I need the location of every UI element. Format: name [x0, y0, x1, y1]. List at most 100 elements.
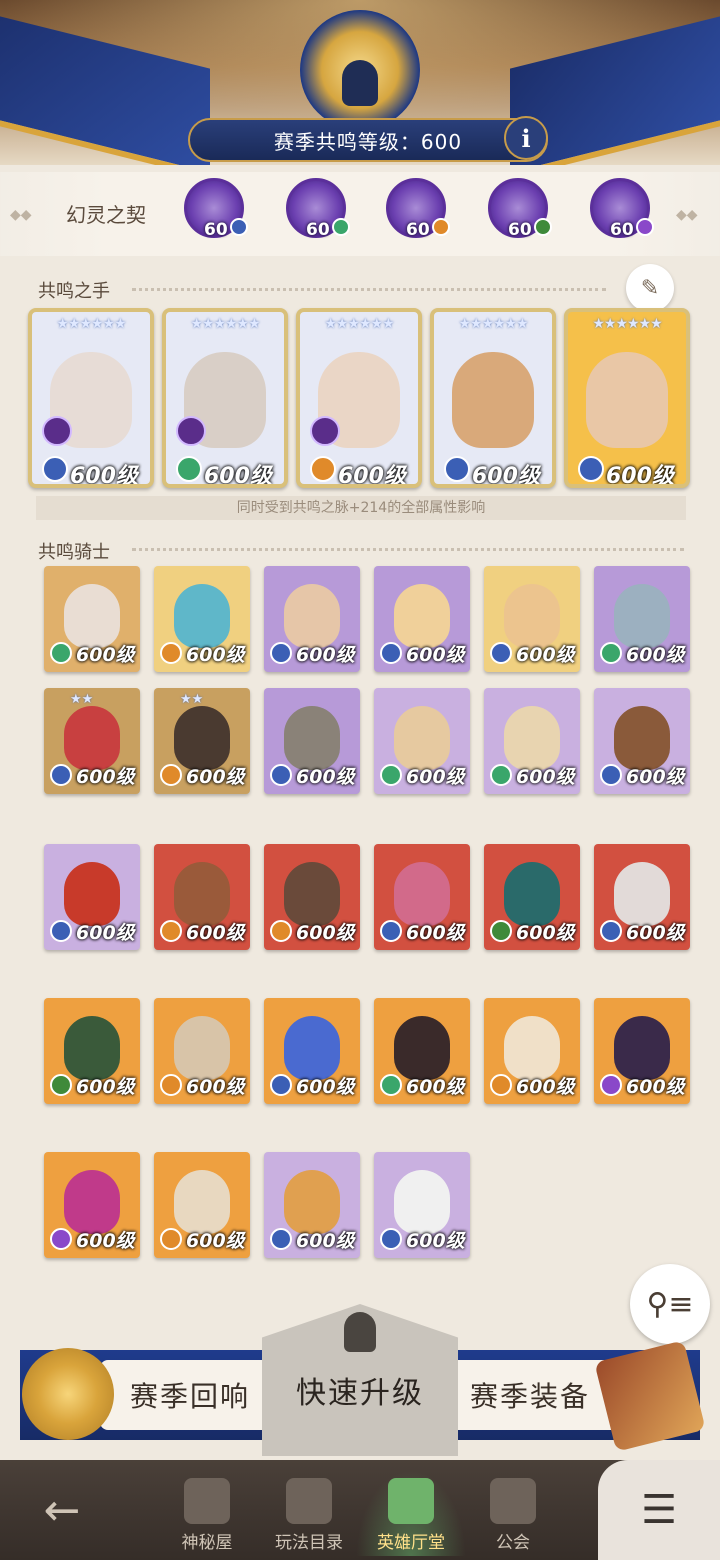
nav-item-mystery-house[interactable]: 神秘屋: [152, 1470, 262, 1556]
element-icon: [270, 642, 292, 664]
hero-portrait: [394, 862, 450, 926]
spirit-slot[interactable]: 60: [488, 178, 552, 242]
hero-level: 600级: [76, 644, 135, 666]
spirit-slot[interactable]: 60: [590, 178, 654, 242]
hero-level: 600级: [406, 644, 465, 666]
section-divider: [132, 548, 684, 551]
element-icon: [600, 1074, 622, 1096]
hand-hero-card[interactable]: ★★★★★★ 600级: [162, 308, 288, 488]
hand-hero-card[interactable]: ★★★★★★ 600级: [564, 308, 690, 488]
knight-card[interactable]: 600级: [594, 688, 690, 794]
spirit-level: 60: [306, 220, 330, 240]
knight-card[interactable]: 600级: [44, 844, 140, 950]
hero-level: 600级: [76, 1230, 135, 1252]
filter-button[interactable]: ⚲≡: [630, 1264, 710, 1344]
knight-card[interactable]: 600级: [594, 998, 690, 1104]
season-gear-button[interactable]: 赛季装备: [440, 1360, 620, 1430]
knight-card[interactable]: 600级: [484, 998, 580, 1104]
hero-portrait: [586, 352, 668, 448]
element-icon: [160, 1074, 182, 1096]
nav-item-guild[interactable]: 公会: [458, 1470, 568, 1556]
knight-card[interactable]: 600级: [154, 1152, 250, 1258]
knight-card[interactable]: 600级: [374, 844, 470, 950]
hero-portrait: [284, 706, 340, 770]
hero-portrait: [394, 1170, 450, 1234]
knight-card[interactable]: 600级: [484, 566, 580, 672]
hero-level: 600级: [516, 644, 575, 666]
knight-card[interactable]: 600级: [264, 566, 360, 672]
knight-card[interactable]: 600级: [44, 1152, 140, 1258]
hero-portrait: [64, 1016, 120, 1080]
info-button[interactable]: i: [504, 116, 548, 160]
quill-button[interactable]: ✎: [626, 264, 674, 312]
star-rating: ★★: [70, 692, 94, 707]
hero-level: 600级: [406, 1076, 465, 1098]
knight-card[interactable]: 600级: [374, 566, 470, 672]
season-echo-button[interactable]: 赛季回响: [100, 1360, 280, 1430]
quick-upgrade-label: 快速升级: [296, 1376, 424, 1411]
knight-card[interactable]: 600级: [484, 844, 580, 950]
knight-card[interactable]: 600级: [264, 1152, 360, 1258]
knight-card[interactable]: 600级: [44, 998, 140, 1104]
knight-card[interactable]: 600级: [264, 688, 360, 794]
knight-card[interactable]: ★★ 600级: [154, 688, 250, 794]
hero-portrait: [284, 862, 340, 926]
element-icon: [600, 920, 622, 942]
element-icon: [230, 218, 248, 236]
hero-level: 600级: [516, 922, 575, 944]
element-icon: [270, 1074, 292, 1096]
hero-portrait: [452, 352, 534, 448]
knight-card[interactable]: 600级: [154, 566, 250, 672]
hero-portrait: [174, 706, 230, 770]
resonance-note: 同时受到共鸣之脉+214的全部属性影响: [36, 496, 686, 520]
pact-right-ornament: ◆◆: [676, 207, 698, 223]
element-icon: [160, 642, 182, 664]
knight-card[interactable]: ★★ 600级: [44, 688, 140, 794]
knight-card[interactable]: 600级: [154, 998, 250, 1104]
element-icon: [444, 456, 470, 482]
nav-item-play-catalog[interactable]: 玩法目录: [254, 1470, 364, 1556]
hero-level: 600级: [296, 766, 355, 788]
element-icon: [600, 764, 622, 786]
element-icon: [50, 764, 72, 786]
knight-card[interactable]: 600级: [484, 688, 580, 794]
hero-level: 600级: [296, 644, 355, 666]
spirit-slot[interactable]: 60: [184, 178, 248, 242]
element-icon: [176, 456, 202, 482]
spirit-slot[interactable]: 60: [286, 178, 350, 242]
hero-level: 600级: [296, 922, 355, 944]
menu-list-icon: ☰: [641, 1487, 677, 1533]
hand-hero-card[interactable]: ★★★★★★ 600级: [28, 308, 154, 488]
knight-card[interactable]: 600级: [44, 566, 140, 672]
knights-section-title: 共鸣骑士: [38, 542, 110, 563]
diamond-grid-icon: [286, 1478, 332, 1524]
knight-card[interactable]: 600级: [374, 1152, 470, 1258]
element-icon: [534, 218, 552, 236]
nav-label: 神秘屋: [181, 1533, 233, 1553]
hero-level: 600级: [516, 766, 575, 788]
knight-card[interactable]: 600级: [594, 566, 690, 672]
pact-label: 幻灵之契: [66, 203, 146, 227]
hand-hero-card[interactable]: ★★★★★★ 600级: [430, 308, 556, 488]
star-rating: ★★★★★★: [56, 316, 126, 332]
spirit-level: 60: [610, 220, 634, 240]
element-icon: [270, 920, 292, 942]
spirit-level: 60: [204, 220, 228, 240]
element-icon: [380, 920, 402, 942]
knight-card[interactable]: 600级: [374, 998, 470, 1104]
nav-item-hero-hall[interactable]: 英雄厅堂: [356, 1470, 466, 1556]
hero-portrait: [174, 1170, 230, 1234]
element-icon: [490, 1074, 512, 1096]
knight-card[interactable]: 600级: [374, 688, 470, 794]
knight-card[interactable]: 600级: [264, 844, 360, 950]
hero-level: 600级: [606, 464, 674, 488]
hand-hero-card[interactable]: ★★★★★★ 600级: [296, 308, 422, 488]
knight-card[interactable]: 600级: [594, 844, 690, 950]
hero-level: 600级: [70, 464, 138, 488]
element-icon: [42, 456, 68, 482]
spirit-slot[interactable]: 60: [386, 178, 450, 242]
knight-card[interactable]: 600级: [154, 844, 250, 950]
back-button[interactable]: ←: [30, 1484, 94, 1536]
menu-button[interactable]: ☰: [598, 1460, 720, 1560]
knight-card[interactable]: 600级: [264, 998, 360, 1104]
